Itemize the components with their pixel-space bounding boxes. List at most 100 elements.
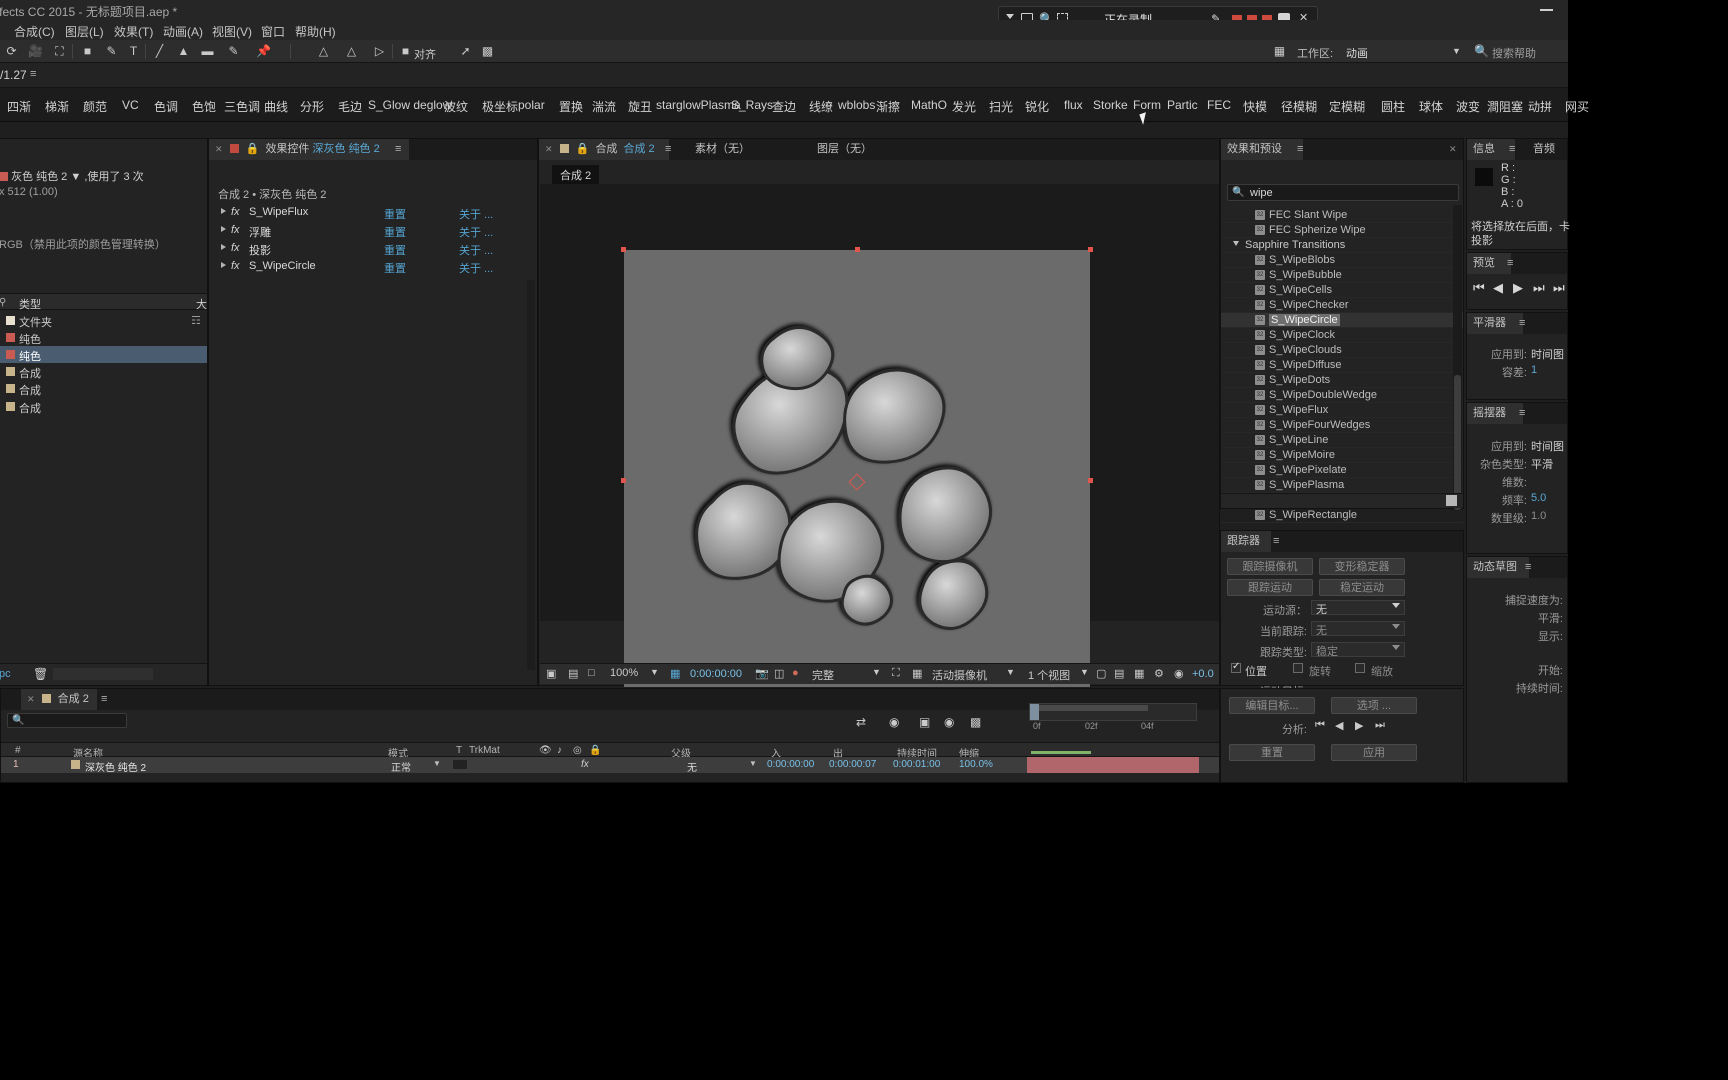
edit-target-button[interactable]: 编辑目标... [1229, 697, 1315, 714]
tracker-extra-controls[interactable]: 编辑目标... 选项 ... 分析: ⏮ ◀ ▶ ⏭ 重置 应用 [1220, 688, 1464, 783]
tab-smoother[interactable]: 平滑器 [1467, 313, 1523, 334]
about-link[interactable]: 关于 ... [459, 224, 493, 240]
timeline-column-header[interactable]: # 源名称 模式 T TrkMat 父级 入 出 持续时间 伸缩 👁 ♪ ◎ 🔒 [1, 742, 1219, 760]
fx-shortcut-11[interactable]: 波纹 [444, 98, 468, 115]
project-col-name-handle[interactable]: ⚲ [0, 297, 6, 308]
layer-mode[interactable]: 正常 [391, 759, 411, 774]
col-t[interactable]: T [456, 745, 462, 756]
region-of-interest-icon[interactable]: ⛶ [892, 667, 900, 680]
transparency-grid-icon[interactable]: ▦ [912, 667, 922, 680]
views-count-value[interactable]: 1 个视图 [1028, 667, 1070, 683]
fx-shortcut-40[interactable]: 网买 [1565, 98, 1589, 115]
tracker-tabstrip[interactable]: 跟踪器 ≡ [1221, 531, 1463, 552]
window-minimize-icon[interactable] [1540, 9, 1553, 11]
current-track-select[interactable]: 无 [1311, 621, 1405, 637]
menu-item-effect[interactable]: 效果(T) [114, 23, 153, 40]
rotation-checkbox[interactable] [1293, 663, 1303, 673]
warp-stabilizer-button[interactable]: 变形稳定器 [1319, 558, 1405, 575]
fx-shortcut-22[interactable]: 渐擦 [876, 98, 900, 115]
camera-chevron-down-icon[interactable]: ▼ [1006, 667, 1015, 677]
fx-shortcut-35[interactable]: 圆柱 [1381, 98, 1405, 115]
effects-list-item[interactable]: 32 S_WipeCells [1221, 283, 1463, 298]
toggle-mask-icon[interactable]: □ [588, 667, 595, 679]
take-snapshot-icon[interactable]: 📷 [755, 667, 769, 680]
chevron-down-icon[interactable] [1392, 624, 1400, 629]
menu-item-composition[interactable]: 合成(C) [14, 23, 55, 40]
fx-shortcut-36[interactable]: 球体 [1419, 98, 1443, 115]
tab-effects-presets[interactable]: 效果和预设 [1221, 139, 1303, 160]
render-settings-icon[interactable]: ▦ [1134, 667, 1144, 680]
stabilize-motion-button[interactable]: 稳定运动 [1319, 579, 1405, 596]
close-icon[interactable]: ✕ [545, 144, 553, 154]
project-column-header[interactable]: ⚲ 类型 大 [0, 293, 207, 311]
layer-mode-chevron-down-icon[interactable]: ▼ [433, 759, 441, 768]
effect-shortcut-strip[interactable]: 四渐 梯渐 颜范 VC 色调 色饱 三色调 曲线 分形 毛边 S_Glow de… [0, 88, 1589, 125]
resolution-value[interactable]: 完整 [812, 667, 834, 683]
camera-select-value[interactable]: 活动摄像机 [932, 667, 987, 683]
anchor-left-icon[interactable]: △ [316, 44, 331, 59]
project-row-4[interactable]: 合成 [0, 380, 207, 397]
fx-shortcut-18[interactable]: S_Rays [731, 98, 773, 112]
fx-shortcut-19[interactable]: 查边 [772, 98, 796, 115]
tool-bar[interactable]: ⟳ 🎥 ⛶ ■ ✎ T ╱ ▲ ▬ ✎ 📌 △ △ ▷ ■ 对齐 ➚ ▩ ▦ 工… [0, 40, 1568, 63]
tracker-apply-button[interactable]: 应用 [1331, 744, 1417, 761]
options-button[interactable]: 选项 ... [1331, 697, 1417, 714]
project-footer-toolbar[interactable]: pc 🗑 [0, 663, 207, 685]
about-link[interactable]: 关于 ... [459, 260, 493, 276]
wiggler-menu-icon[interactable]: ≡ [1519, 407, 1525, 419]
reset-link[interactable]: 重置 [384, 242, 406, 258]
effect-row-1[interactable]: fx 浮雕 重置 关于 ... [209, 222, 537, 240]
motion-blur-icon[interactable]: ◉ [944, 715, 954, 729]
pixel-aspect-icon[interactable]: ▢ [1096, 667, 1106, 680]
reset-link[interactable]: 重置 [384, 224, 406, 240]
menu-item-window[interactable]: 窗口 [261, 23, 285, 40]
fx-shortcut-1[interactable]: 梯渐 [45, 98, 69, 115]
folder-tree-icon[interactable]: ☶ [191, 314, 201, 327]
exposure-reset-icon[interactable]: ◉ [1174, 667, 1184, 680]
project-footer-field[interactable] [53, 668, 153, 680]
effects-list-item[interactable]: 32 S_WipeRectangle [1221, 508, 1463, 523]
col-trkmat[interactable]: TrkMat [469, 745, 500, 756]
project-panel[interactable]: 灰色 纯色 2 ▼ ,使用了 3 次 x 512 (1.00) RGB（禁用此项… [0, 138, 208, 686]
tab-info[interactable]: 信息 [1467, 139, 1515, 160]
fx-shortcut-33[interactable]: 径模糊 [1281, 98, 1317, 115]
project-row-0[interactable]: 文件夹 ☶ [0, 312, 207, 329]
rotate-icon[interactable]: ⟳ [4, 44, 19, 59]
zoom-chevron-down-icon[interactable]: ▼ [650, 667, 659, 677]
effect-row-0[interactable]: fx S_WipeFlux 重置 关于 ... [209, 204, 537, 222]
fx-shortcut-21[interactable]: wblobs [838, 98, 875, 112]
menu-item-layer[interactable]: 图层(L) [65, 23, 104, 40]
wiggler-tabstrip[interactable]: 摇摆器 ≡ [1467, 403, 1567, 424]
track-motion-button[interactable]: 跟踪运动 [1227, 579, 1313, 596]
fx-shortcut-27[interactable]: flux [1064, 98, 1083, 112]
effects-presets-close-icon[interactable]: ✕ [1449, 144, 1457, 155]
fx-shortcut-39[interactable]: 动拼 [1528, 98, 1552, 115]
grid-guides-icon[interactable]: ▦ [670, 667, 680, 680]
fx-shortcut-16[interactable]: 旋丑 [628, 98, 652, 115]
effects-list-item[interactable]: 32 FEC Spherize Wipe [1221, 223, 1463, 238]
selection-handle-tr[interactable] [1088, 247, 1093, 252]
info-menu-icon[interactable]: ≡ [1509, 143, 1515, 155]
smoother-menu-icon[interactable]: ≡ [1519, 317, 1525, 329]
track-camera-button[interactable]: 跟踪摄像机 [1227, 558, 1313, 575]
fx-shortcut-23[interactable]: MathO [911, 98, 947, 112]
recorder-chevron-icon[interactable] [1006, 14, 1014, 19]
fx-shortcut-4[interactable]: 色调 [154, 98, 178, 115]
group-triangle-icon[interactable] [1233, 241, 1239, 246]
effects-presets-tabstrip[interactable]: 效果和预设 ≡ ✕ [1221, 139, 1463, 160]
composition-breadcrumb-chip[interactable]: 合成 2 [552, 165, 600, 185]
fx-shortcut-32[interactable]: 快模 [1243, 98, 1267, 115]
selection-handle-tc[interactable] [855, 247, 860, 252]
scale-checkbox[interactable] [1355, 663, 1365, 673]
motion-sketch-tabstrip[interactable]: 动态草图 ≡ [1467, 557, 1567, 578]
effects-list-item[interactable]: 32 S_WipePixelate [1221, 463, 1463, 478]
track-type-select[interactable]: 稳定 [1311, 642, 1405, 658]
effects-list-item-selected[interactable]: 32 S_WipeCircle [1221, 313, 1463, 328]
new-effect-icon[interactable] [1446, 495, 1457, 506]
effects-list-scrollbar[interactable] [1453, 205, 1462, 510]
play-icon[interactable]: ▶ [1513, 280, 1523, 296]
lock-icon[interactable]: 🔒 [576, 143, 590, 155]
timeline-panel[interactable]: ✕ 合成 2 ≡ 🔍 ⇄ ◉ ▣ ◉ ▩ 0f 02f 04f # 源名称 模式… [0, 688, 1220, 783]
menu-item-view[interactable]: 视图(V) [212, 23, 252, 40]
disclosure-triangle-icon[interactable] [221, 244, 226, 250]
